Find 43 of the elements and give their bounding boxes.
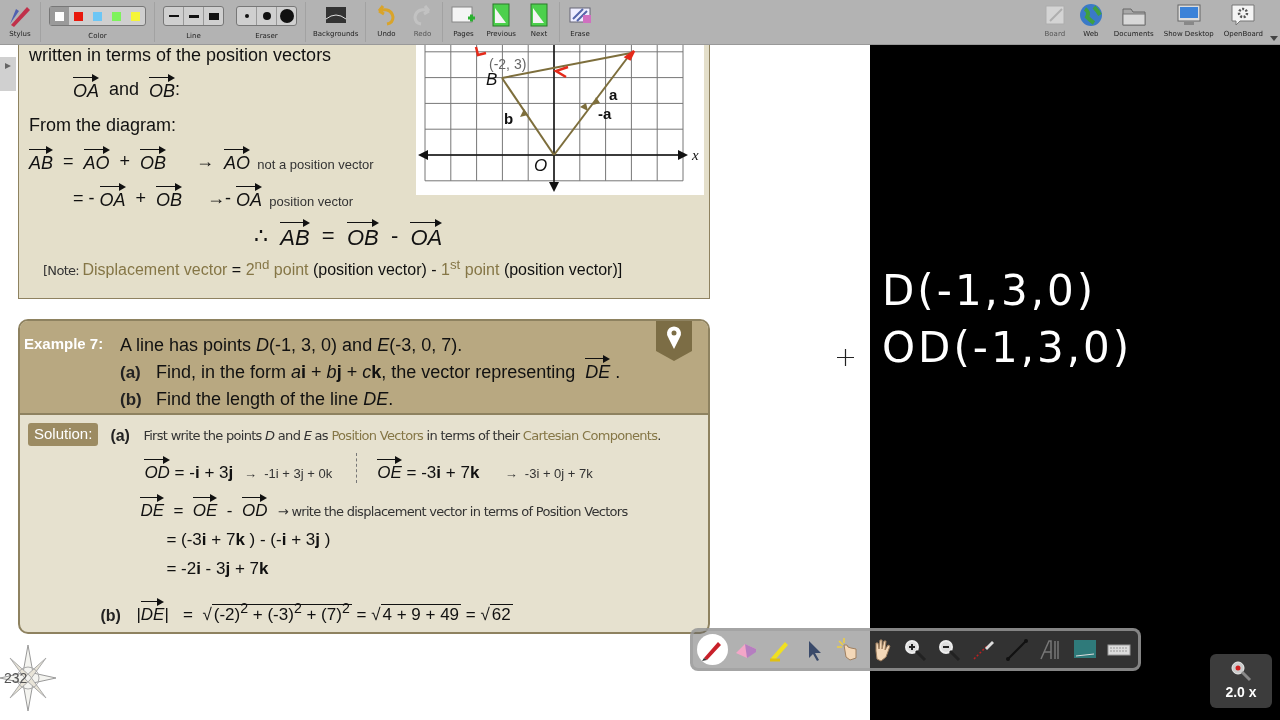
question-label: (a) bbox=[120, 363, 142, 383]
axis-label: x bbox=[692, 147, 699, 163]
question-text: A line has points D(-1, 3, 0) and E(-3, 0, 7). bbox=[120, 335, 463, 356]
expand-icon bbox=[5, 63, 11, 69]
monitor-icon bbox=[1175, 3, 1202, 27]
question-text: Find the length of the line DE. bbox=[156, 389, 394, 410]
handwritten-text: OD(-1,3,0) bbox=[882, 321, 1134, 374]
vector-label: b bbox=[504, 110, 514, 127]
example-label: Example 7: bbox=[24, 334, 105, 354]
math-line: = -2i - 3j + 7k bbox=[166, 559, 269, 579]
sidebar-toggle[interactable] bbox=[0, 57, 16, 91]
zoom-level: 2.0 x bbox=[1225, 684, 1257, 700]
eraser-size-option[interactable] bbox=[276, 7, 296, 25]
dropdown-icon[interactable] bbox=[1270, 36, 1278, 41]
math-line: [Note: Displacement vector = 2$^{nd}$ point (position vector) - 1$^{st}$ point (position vector)] bbox=[42, 257, 624, 280]
compass-icon bbox=[0, 645, 56, 711]
handwritten-text: D(-1,3,0) bbox=[882, 265, 1098, 317]
vector-label: -a bbox=[598, 105, 612, 122]
globe-icon bbox=[1077, 3, 1104, 27]
math-line: DE = OE - OD → write the displacement vector in terms of Position Vectors bbox=[140, 493, 628, 521]
zoom-icon bbox=[1230, 660, 1252, 682]
math-line: = (-3i + 7k ) - (-i + 3j ) bbox=[166, 530, 331, 550]
question-text: Find, in the form ai + bj + ck, the vector representing DE . bbox=[156, 354, 621, 383]
crosshair-cursor-icon bbox=[837, 349, 854, 366]
math-line: = - OA + OB →- OA position vector bbox=[29, 172, 416, 209]
math-line: AB = AO + OB → AO not a position vector bbox=[29, 136, 416, 172]
settings-icon bbox=[1230, 3, 1257, 27]
color-swatch[interactable] bbox=[50, 7, 69, 25]
question-label: (b) bbox=[120, 390, 143, 410]
page-number: 232 bbox=[4, 670, 28, 686]
math-line: ∴ AB = OB - OA bbox=[29, 209, 709, 249]
part-label: (a) bbox=[110, 427, 131, 445]
math-line: written in terms of the position vectors bbox=[29, 45, 333, 63]
math-line: From the diagram: bbox=[29, 114, 178, 136]
math-line: OD = -i + 3j → -1i + 3j + 0k bbox=[144, 455, 333, 483]
part-label: (b) bbox=[100, 607, 122, 625]
map-pin-icon bbox=[656, 321, 692, 361]
origin-label: O bbox=[534, 156, 548, 175]
line-icon bbox=[1004, 636, 1030, 663]
solution-label: Solution: bbox=[28, 423, 99, 446]
math-line: OE = -3i + 7k → -3i + 0j + 7k bbox=[377, 455, 593, 483]
math-line: First write the points D and E as Position Vectors in terms of their Cartesian Components. bbox=[143, 427, 661, 445]
vector-label: a bbox=[609, 86, 618, 103]
